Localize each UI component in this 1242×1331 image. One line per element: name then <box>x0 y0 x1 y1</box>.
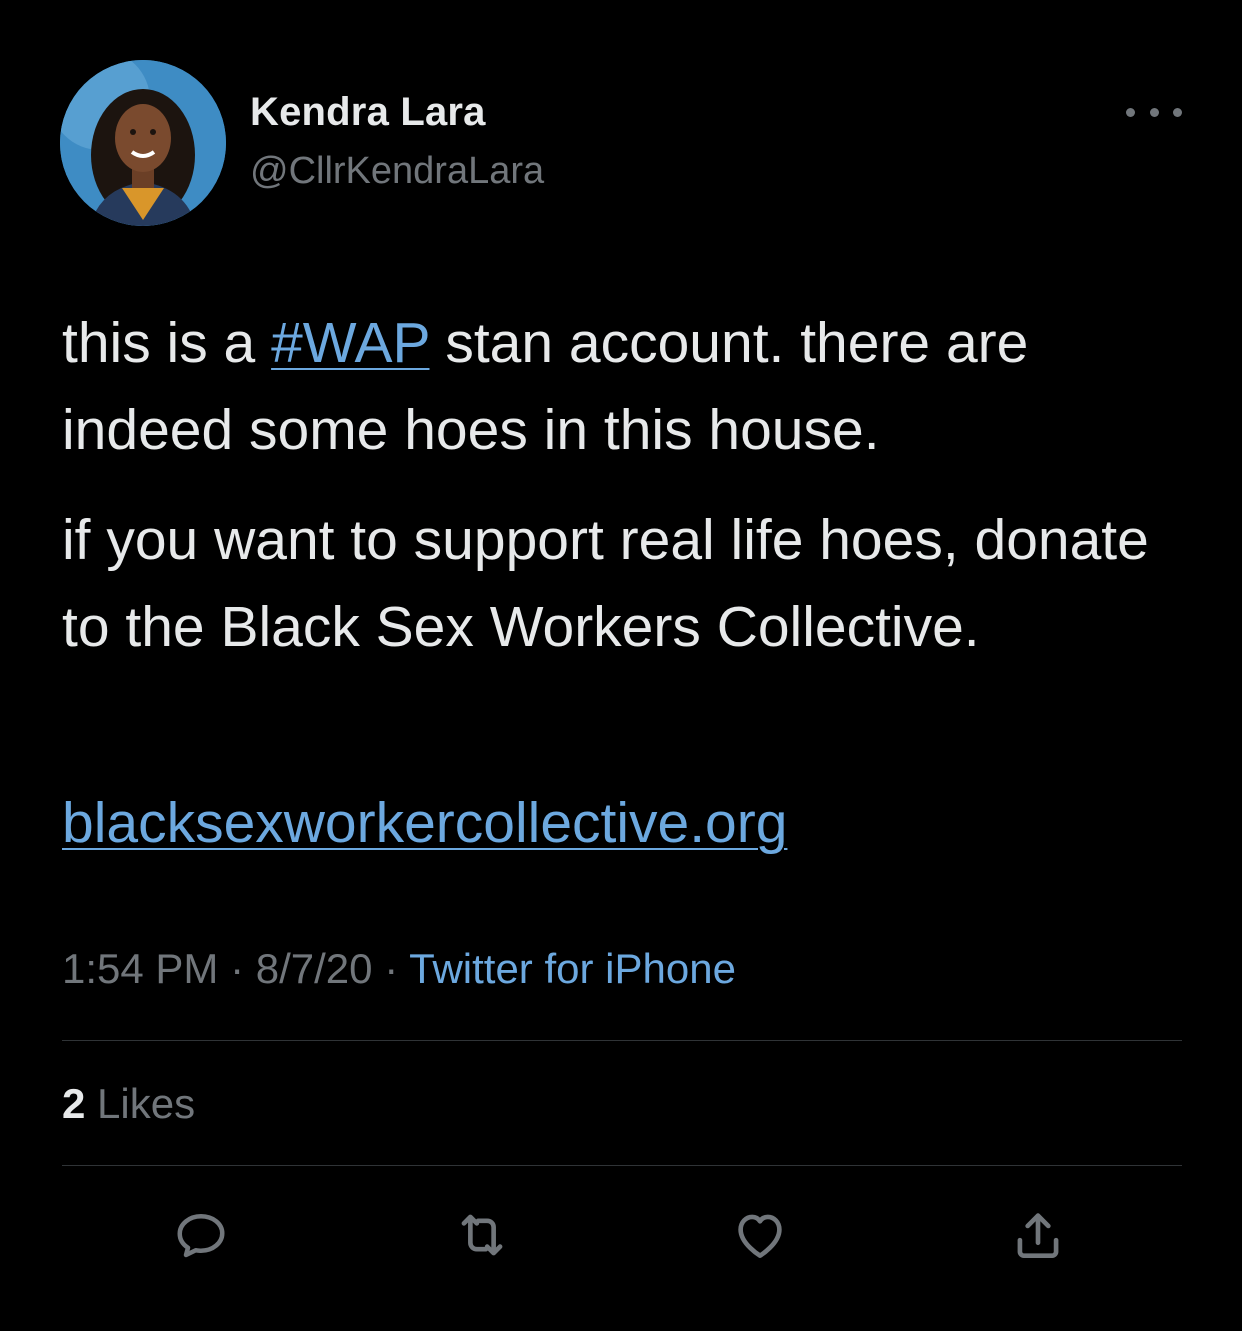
reply-button[interactable] <box>166 1200 236 1270</box>
tweet-paragraph-1: this is a #WAP stan account. there are i… <box>62 300 1172 474</box>
hashtag-link[interactable]: #WAP <box>271 311 429 375</box>
share-icon <box>1017 1213 1059 1258</box>
meta-separator: · <box>218 945 256 992</box>
likes-count: 2 <box>62 1080 86 1127</box>
retweet-button[interactable] <box>447 1200 517 1270</box>
tweet-actions-bar <box>0 1200 1242 1270</box>
avatar[interactable] <box>60 60 226 226</box>
author-display-name[interactable]: Kendra Lara <box>250 90 486 135</box>
tweet-text-segment: this is a <box>62 311 272 375</box>
tweet-meta: 1:54 PM · 8/7/20 · Twitter for iPhone <box>62 945 736 993</box>
tweet-url-line: blacksexworkercollective.org <box>62 780 787 867</box>
tweet-url-link[interactable]: blacksexworkercollective.org <box>62 791 787 855</box>
like-button[interactable] <box>725 1200 795 1270</box>
more-icon <box>1126 107 1135 117</box>
tweet-detail: Kendra Lara @CllrKendraLara this is a #W… <box>0 0 1242 1331</box>
divider <box>62 1040 1182 1041</box>
tweet-time[interactable]: 1:54 PM <box>62 945 218 992</box>
tweet-source-link[interactable]: Twitter for iPhone <box>409 945 736 992</box>
avatar-image <box>60 60 226 226</box>
more-options-button[interactable] <box>1126 96 1182 128</box>
tweet-text: this is a #WAP stan account. there are i… <box>62 300 1172 671</box>
share-button[interactable] <box>1003 1200 1073 1270</box>
more-icon-dot <box>1173 107 1182 117</box>
retweet-icon <box>461 1214 503 1256</box>
author-handle[interactable]: @CllrKendraLara <box>250 150 544 193</box>
likes-label: Likes <box>85 1080 196 1127</box>
divider <box>62 1165 1182 1166</box>
heart-icon <box>738 1214 782 1258</box>
tweet-date[interactable]: 8/7/20 <box>256 945 373 992</box>
likes-stat[interactable]: 2 Likes <box>62 1080 195 1128</box>
tweet-paragraph-2: if you want to support real life hoes, d… <box>62 508 1149 659</box>
meta-separator: · <box>372 945 410 992</box>
reply-icon <box>177 1214 225 1258</box>
more-icon-dot <box>1149 107 1159 117</box>
